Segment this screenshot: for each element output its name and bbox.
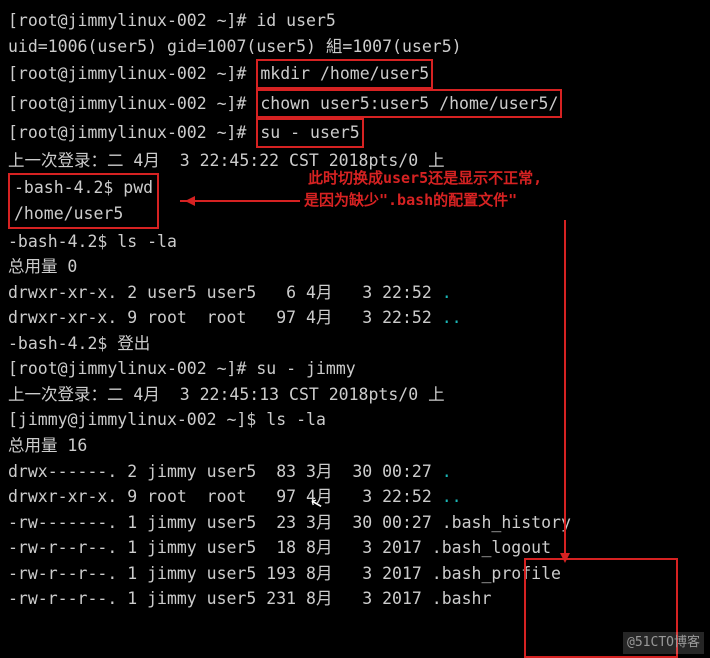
dir-dotdot: .. (442, 308, 462, 327)
terminal-line: [root@jimmylinux-002 ~]# chown user5:use… (8, 89, 702, 119)
terminal-line: 总用量 0 (8, 254, 702, 280)
ls-entry: -rw-r--r--. 1 jimmy user5 18 8月 3 2017 (8, 538, 432, 557)
prompt-root: [root@jimmylinux-002 ~]# (8, 11, 256, 30)
watermark-label: @51CTO博客 (623, 632, 704, 654)
output: 上一次登录：二 4月 3 22:45:13 CST 2018pts/0 上 (8, 385, 445, 404)
boxed-command-mkdir: mkdir /home/user5 (256, 59, 433, 89)
prompt-root: [root@jimmylinux-002 ~]# (8, 64, 256, 83)
prompt-root: [root@jimmylinux-002 ~]# (8, 123, 256, 142)
output: 总用量 16 (8, 436, 87, 455)
terminal-line: [root@jimmylinux-002 ~]# id user5 (8, 8, 702, 34)
prompt-root: [root@jimmylinux-002 ~]# (8, 94, 256, 113)
bash-pwd: -bash-4.2$ pwd (14, 178, 153, 197)
terminal-line: -rw-r--r--. 1 jimmy user5 18 8月 3 2017 .… (8, 535, 702, 561)
annotation-text-line2: 是因为缺少".bash的配置文件" (304, 190, 517, 211)
terminal-line: -rw-r--r--. 1 jimmy user5 231 8月 3 2017 … (8, 586, 702, 612)
command: ls -la (266, 410, 326, 429)
dir-dotdot: .. (442, 487, 462, 506)
terminal-line: uid=1006(user5) gid=1007(user5) 組=1007(u… (8, 34, 702, 60)
terminal-line: -bash-4.2$ 登出 (8, 331, 702, 357)
file-bash-history: .bash_history (442, 513, 571, 532)
file-bashrc: .bashr (432, 589, 492, 608)
dir-dot: . (442, 283, 452, 302)
ls-entry: -rw-r--r--. 1 jimmy user5 193 8月 3 2017 (8, 564, 432, 583)
terminal-line: [root@jimmylinux-002 ~]# su - jimmy (8, 356, 702, 382)
dir-dot: . (442, 462, 452, 481)
terminal-line: [jimmy@jimmylinux-002 ~]$ ls -la (8, 407, 702, 433)
terminal-line: -bash-4.2$ ls -la (8, 229, 702, 255)
terminal-line: -rw-------. 1 jimmy user5 23 3月 30 00:27… (8, 510, 702, 536)
terminal-line: drwx------. 2 jimmy user5 83 3月 30 00:27… (8, 459, 702, 485)
output: uid=1006(user5) gid=1007(user5) 組=1007(u… (8, 37, 462, 56)
annotation-text-line1: 此时切换成user5还是显示不正常, (308, 168, 542, 189)
output: 总用量 0 (8, 257, 77, 276)
boxed-command-chown: chown user5:user5 /home/user5/ (256, 89, 562, 119)
ls-entry: drwxr-xr-x. 9 root root 97 4月 3 22:52 (8, 487, 442, 506)
ls-entry: -rw-------. 1 jimmy user5 23 3月 30 00:27 (8, 513, 442, 532)
arrow-down-icon (564, 220, 566, 560)
ls-entry: drwxr-xr-x. 9 root root 97 4月 3 22:52 (8, 308, 442, 327)
arrow-left-icon (180, 200, 300, 202)
terminal-line: drwxr-xr-x. 9 root root 97 4月 3 22:52 .. (8, 484, 702, 510)
terminal-line: drwxr-xr-x. 2 user5 user5 6 4月 3 22:52 . (8, 280, 702, 306)
file-bash-logout: .bash_logout (432, 538, 551, 557)
output: 上一次登录：二 4月 3 22:45:22 CST 2018pts/0 上 (8, 151, 445, 170)
ls-entry: drwx------. 2 jimmy user5 83 3月 30 00:27 (8, 462, 442, 481)
command: id user5 (256, 11, 335, 30)
prompt-root: [root@jimmylinux-002 ~]# (8, 359, 256, 378)
command: -bash-4.2$ ls -la (8, 232, 177, 251)
boxed-bash-prompt: -bash-4.2$ pwd/home/user5 (8, 173, 159, 228)
terminal-line: [root@jimmylinux-002 ~]# su - user5 (8, 118, 702, 148)
terminal-line: drwxr-xr-x. 9 root root 97 4月 3 22:52 .. (8, 305, 702, 331)
terminal-line: 总用量 16 (8, 433, 702, 459)
boxed-command-su: su - user5 (256, 118, 363, 148)
file-bash-profile: .bash_profile (432, 564, 561, 583)
ls-entry: -rw-r--r--. 1 jimmy user5 231 8月 3 2017 (8, 589, 432, 608)
ls-entry: drwxr-xr-x. 2 user5 user5 6 4月 3 22:52 (8, 283, 442, 302)
terminal-line: -rw-r--r--. 1 jimmy user5 193 8月 3 2017 … (8, 561, 702, 587)
prompt-jimmy: [jimmy@jimmylinux-002 ~]$ (8, 410, 266, 429)
pwd-output: /home/user5 (14, 204, 123, 223)
terminal-line: 上一次登录：二 4月 3 22:45:13 CST 2018pts/0 上 (8, 382, 702, 408)
command: su - jimmy (256, 359, 355, 378)
terminal-line: [root@jimmylinux-002 ~]# mkdir /home/use… (8, 59, 702, 89)
logout: -bash-4.2$ 登出 (8, 334, 150, 353)
